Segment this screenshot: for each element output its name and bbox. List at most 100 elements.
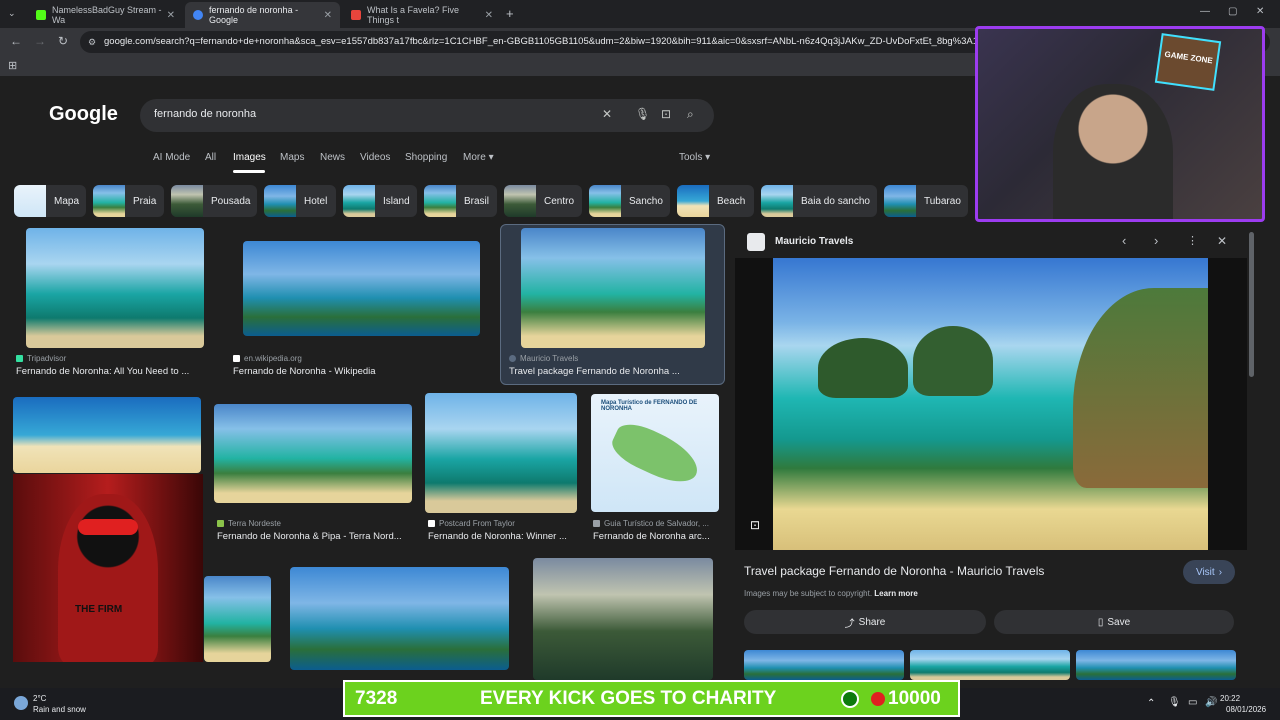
result-source-7[interactable]: Guia Turístico de Salvador, ... — [593, 519, 709, 528]
related-image-3[interactable] — [1076, 650, 1236, 680]
close-preview-icon[interactable]: ✕ — [1217, 234, 1227, 248]
learn-more-link[interactable]: Learn more — [874, 589, 918, 598]
clock-time[interactable]: 20:22 — [1220, 694, 1240, 703]
clock-date[interactable]: 08/01/2026 — [1226, 705, 1266, 714]
preview-image[interactable] — [773, 258, 1208, 550]
search-icon[interactable]: ⌕ — [687, 107, 694, 122]
result-image-5[interactable] — [214, 404, 412, 503]
tab-stream[interactable]: NamelessBadGuy Stream - Wa ✕ — [28, 2, 183, 28]
chip-pousada[interactable]: Pousada — [171, 185, 257, 217]
chip-island[interactable]: Island — [343, 185, 417, 217]
source-label: Mauricio Travels — [520, 354, 579, 363]
preview-source[interactable]: Mauricio Travels — [775, 236, 853, 247]
network-icon[interactable]: ▭ — [1188, 697, 1197, 708]
result-image-3[interactable] — [521, 228, 705, 348]
chip-praia[interactable]: Praia — [93, 185, 164, 217]
microphone-tray-icon[interactable]: 🎙 — [1168, 697, 1181, 708]
result-title-2[interactable]: Fernando de Noronha - Wikipedia — [233, 366, 473, 377]
result-title-6[interactable]: Fernando de Noronha: Winner ... — [428, 531, 578, 542]
maximize-icon[interactable]: ▢ — [1228, 6, 1237, 17]
kick-count: 7328 — [355, 687, 398, 709]
result-image-9[interactable] — [290, 567, 509, 670]
microphone-icon[interactable]: 🎙 — [635, 107, 650, 121]
result-title-5[interactable]: Fernando de Noronha & Pipa - Terra Nord.… — [217, 531, 407, 542]
chip-hotel[interactable]: Hotel — [264, 185, 336, 217]
chip-sancho[interactable]: Sancho — [589, 185, 670, 217]
chip-beach[interactable]: Beach — [677, 185, 754, 217]
window-close-icon[interactable]: ✕ — [1256, 6, 1264, 17]
lens-search-icon[interactable]: ⊡ — [750, 518, 760, 532]
result-image-8[interactable] — [204, 576, 271, 662]
site-info-icon[interactable]: ⚙ — [88, 31, 96, 53]
result-image-10[interactable] — [533, 558, 713, 680]
related-image-2[interactable] — [910, 650, 1070, 680]
next-icon[interactable]: › — [1154, 233, 1158, 248]
game-zone-sign: GAME ZONE — [1154, 33, 1222, 91]
chip-tubarao[interactable]: Tubarao — [884, 185, 968, 217]
url-text: google.com/search?q=fernando+de+noronha&… — [104, 36, 994, 47]
tab-google[interactable]: fernando de noronha - Google ✕ — [185, 2, 340, 28]
new-tab-icon[interactable]: + — [506, 6, 514, 21]
source-label: en.wikipedia.org — [244, 354, 302, 363]
previous-icon[interactable]: ‹ — [1122, 233, 1126, 248]
tab-maps[interactable]: Maps — [280, 152, 304, 172]
google-logo[interactable]: Google — [49, 103, 118, 126]
result-source-3[interactable]: Mauricio Travels — [509, 354, 578, 363]
minimize-icon[interactable]: — — [1200, 6, 1210, 17]
lens-icon[interactable]: ⊡ — [661, 107, 671, 121]
rock-center — [913, 326, 993, 396]
close-icon[interactable]: ✕ — [324, 10, 332, 21]
tab-list-icon[interactable]: ⌄ — [8, 8, 16, 19]
chip-label: Baia do sancho — [801, 195, 870, 207]
chip-label: Island — [383, 195, 410, 207]
save-button[interactable]: ▯ Save — [994, 610, 1234, 634]
preview-title[interactable]: Travel package Fernando de Noronha - Mau… — [744, 564, 1044, 578]
tab-videos[interactable]: Videos — [360, 152, 390, 172]
tab-ai-mode[interactable]: AI Mode — [153, 152, 190, 172]
tab-more[interactable]: More ▾ — [463, 152, 494, 172]
close-icon[interactable]: ✕ — [485, 10, 493, 21]
more-options-icon[interactable]: ⋮ — [1187, 234, 1198, 247]
apps-icon[interactable]: ⊞ — [8, 59, 17, 72]
share-button[interactable]: ⤴ Share — [744, 610, 986, 634]
result-image-2[interactable] — [243, 241, 480, 336]
chip-centro[interactable]: Centro — [504, 185, 582, 217]
result-image-7[interactable]: Mapa Turístico de FERNANDO DE NORONHA — [591, 394, 719, 512]
forward-icon[interactable]: → — [34, 34, 46, 48]
result-title-7[interactable]: Fernando de Noronha arc... — [593, 531, 718, 542]
result-source-6[interactable]: Postcard From Taylor — [428, 519, 515, 528]
chip-brasil[interactable]: Brasil — [424, 185, 497, 217]
scrollbar[interactable] — [1249, 232, 1254, 377]
search-input[interactable]: fernando de noronha ✕ 🎙 ⊡ ⌕ — [140, 99, 714, 132]
tab-favela[interactable]: What Is a Favela? Five Things t ✕ — [343, 2, 501, 28]
result-source-1[interactable]: Tripadvisor — [16, 354, 66, 363]
share-icon: ⤴ — [844, 618, 855, 630]
tab-shopping[interactable]: Shopping — [405, 152, 447, 172]
close-icon[interactable]: ✕ — [167, 10, 175, 21]
related-image-1[interactable] — [744, 650, 904, 680]
chip-mapa[interactable]: Mapa — [14, 185, 86, 217]
site-icon — [217, 520, 224, 527]
back-icon[interactable]: ← — [10, 34, 22, 48]
result-image-4[interactable] — [13, 397, 201, 473]
result-source-2[interactable]: en.wikipedia.org — [233, 354, 302, 363]
result-image-6[interactable] — [425, 393, 577, 513]
tab-images[interactable]: Images — [233, 152, 266, 172]
volume-icon[interactable]: 🔊 — [1205, 697, 1217, 708]
chip-thumbnail — [504, 185, 536, 217]
source-label: Postcard From Taylor — [439, 519, 515, 528]
result-title-1[interactable]: Fernando de Noronha: All You Need to ... — [16, 366, 216, 377]
weather-icon[interactable] — [14, 696, 28, 710]
tab-news[interactable]: News — [320, 152, 345, 172]
result-image-1[interactable] — [26, 228, 204, 348]
reload-icon[interactable]: ↻ — [58, 34, 68, 48]
tray-chevron-icon[interactable]: ⌃ — [1147, 698, 1155, 709]
result-source-5[interactable]: Terra Nordeste — [217, 519, 281, 528]
chip-baia-do-sancho[interactable]: Baia do sancho — [761, 185, 877, 217]
tab-all[interactable]: All — [205, 152, 216, 172]
tools-button[interactable]: Tools ▾ — [679, 152, 710, 172]
visit-button[interactable]: Visit › — [1183, 560, 1235, 584]
clear-icon[interactable]: ✕ — [602, 107, 612, 121]
result-title-3[interactable]: Travel package Fernando de Noronha ... — [509, 366, 719, 377]
source-label: Terra Nordeste — [228, 519, 281, 528]
